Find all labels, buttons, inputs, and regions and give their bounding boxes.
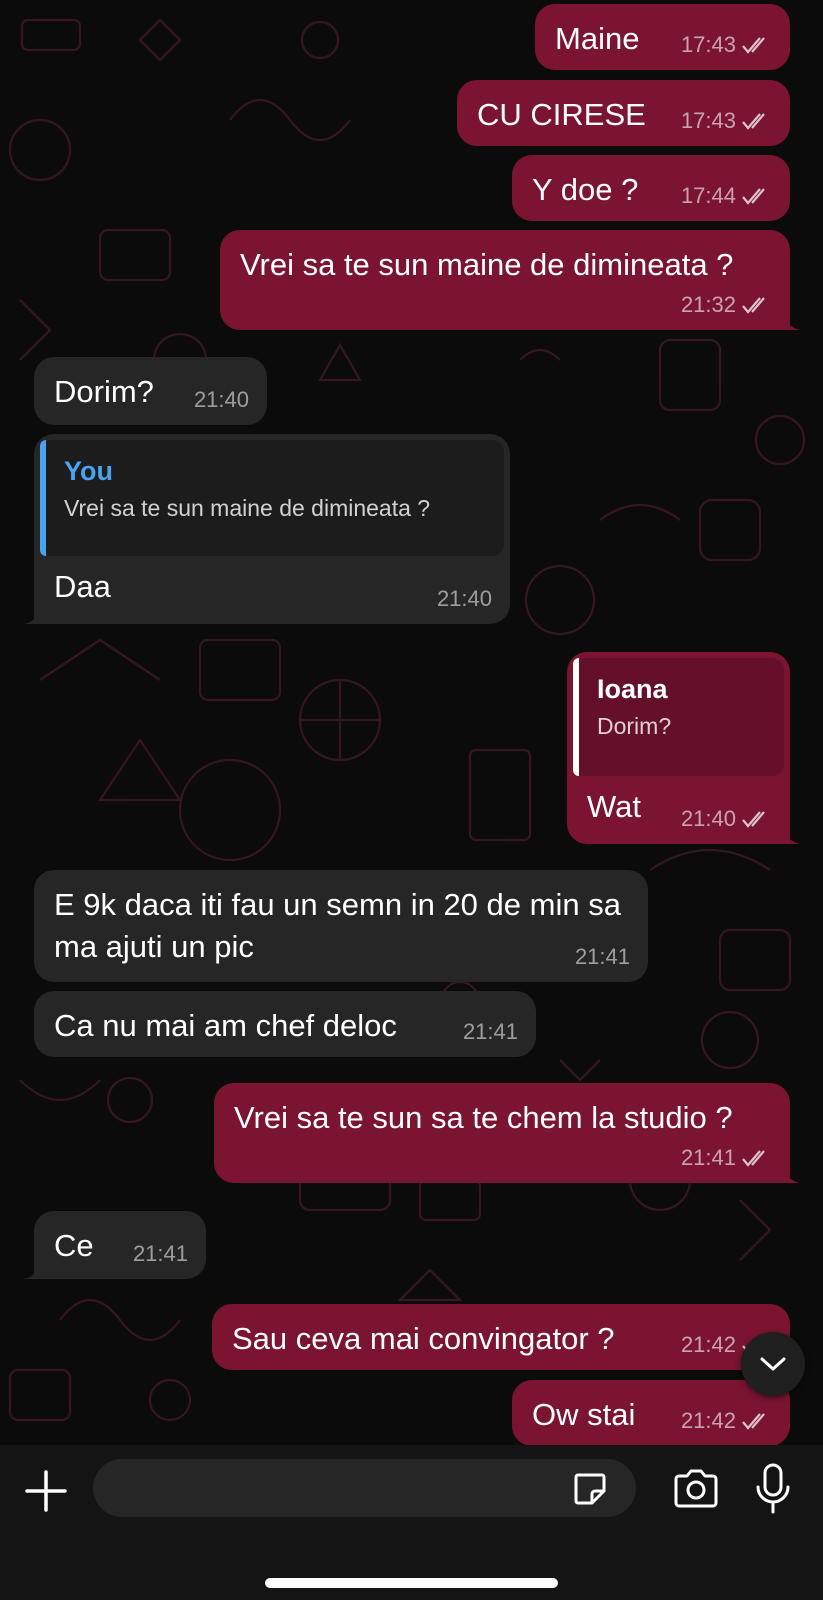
double-check-icon (742, 1412, 772, 1430)
quote-sender: You (64, 456, 113, 486)
quote-accent-bar (40, 440, 46, 556)
message-bubble-incoming[interactable]: Ce 21:41 (24, 1211, 206, 1279)
message-meta: 17:43 (681, 32, 772, 58)
attach-button[interactable] (24, 1469, 68, 1513)
message-text: Vrei sa te sun sa te chem la studio ? (234, 1100, 733, 1135)
message-time: 17:44 (680, 183, 736, 208)
message-bubble-outgoing[interactable]: Vrei sa te sun maine de dimineata ? 21:3… (220, 230, 800, 330)
message-text: Vrei sa te sun maine de dimineata ? (240, 247, 734, 282)
message-text: Ca nu mai am chef deloc (54, 1008, 397, 1043)
message-meta: 21:40 (194, 387, 249, 413)
chevron-down-icon (760, 1357, 786, 1371)
camera-icon (674, 1469, 718, 1508)
message-text: Dorim? (54, 374, 154, 409)
bubble-tail (782, 310, 800, 330)
message-bubble-outgoing[interactable]: Y doe ? 17:44 (512, 155, 790, 221)
message-time: 21:42 (680, 1408, 736, 1433)
message-bubble-incoming[interactable]: Dorim? 21:40 (34, 357, 267, 425)
message-text: Maine (555, 21, 640, 56)
message-time: 17:43 (680, 32, 736, 57)
quote-text: Vrei sa te sun maine de dimineata ? (64, 495, 431, 521)
plus-icon (25, 1470, 67, 1512)
message-time: 17:43 (680, 108, 736, 133)
message-bubble-incoming[interactable]: E 9k daca iti fau un semn in 20 de min s… (34, 870, 648, 982)
quote-accent-bar (573, 658, 579, 776)
double-check-icon (742, 187, 772, 205)
double-check-icon (742, 296, 772, 314)
message-meta: 21:40 (681, 806, 772, 832)
double-check-icon (742, 36, 772, 54)
bubble-tail (24, 604, 42, 624)
message-text: Ce (54, 1228, 94, 1263)
message-input[interactable] (93, 1459, 636, 1517)
bubble-tail (782, 824, 800, 844)
quote-text: Dorim? (597, 713, 672, 739)
message-bubble-outgoing[interactable]: Ow stai 21:42 (512, 1380, 790, 1445)
message-meta: 21:40 (437, 586, 492, 612)
message-bubble-incoming[interactable]: Ca nu mai am chef deloc 21:41 (34, 991, 536, 1057)
message-time: 21:41 (132, 1241, 188, 1266)
message-list[interactable]: Maine 17:43 CU CIRESE 17:43 Y doe ? 17:4… (0, 0, 823, 1445)
message-meta: 21:42 (681, 1408, 772, 1434)
message-meta: 17:44 (681, 183, 772, 209)
message-meta: 21:32 (681, 292, 772, 318)
message-time: 21:41 (462, 1019, 518, 1044)
message-text: Sau ceva mai convingator ? (232, 1321, 615, 1356)
message-time: 21:41 (680, 1145, 736, 1170)
message-text: Y doe ? (532, 172, 639, 207)
message-time: 21:40 (680, 806, 736, 831)
message-time: 21:40 (193, 387, 249, 412)
message-text: Ow stai (532, 1397, 636, 1432)
message-composer (0, 1445, 823, 1600)
message-meta: 21:41 (463, 1019, 518, 1045)
message-meta: 21:41 (575, 944, 630, 970)
home-indicator[interactable] (265, 1578, 558, 1588)
sticker-button[interactable] (572, 1471, 608, 1507)
message-bubble-outgoing[interactable]: Maine 17:43 (535, 4, 790, 70)
bubble-tail (24, 1259, 42, 1279)
message-meta: 21:41 (681, 1145, 772, 1171)
sticker-icon (574, 1473, 606, 1505)
message-text: CU CIRESE (477, 97, 646, 132)
message-bubble-outgoing[interactable]: CU CIRESE 17:43 (457, 80, 790, 146)
double-check-icon (742, 112, 772, 130)
message-time: 21:40 (436, 586, 492, 611)
message-time: 21:42 (680, 1332, 736, 1357)
message-bubble-outgoing[interactable]: Ioana Dorim? Wat 21:40 (567, 652, 800, 844)
message-text: Wat (587, 789, 641, 824)
message-text: Daa (54, 569, 111, 604)
microphone-icon (756, 1463, 790, 1514)
double-check-icon (742, 810, 772, 828)
message-bubble-incoming[interactable]: You Vrei sa te sun maine de dimineata ? … (24, 434, 510, 624)
voice-record-button[interactable] (755, 1463, 791, 1515)
reply-quote[interactable]: Ioana Dorim? (573, 658, 784, 776)
camera-button[interactable] (672, 1467, 720, 1509)
message-time: 21:32 (680, 292, 736, 317)
reply-quote[interactable]: You Vrei sa te sun maine de dimineata ? (40, 440, 504, 556)
message-meta: 17:43 (681, 108, 772, 134)
message-meta: 21:41 (133, 1241, 188, 1267)
message-time: 21:41 (574, 944, 630, 969)
double-check-icon (742, 1149, 772, 1167)
quote-sender: Ioana (597, 674, 668, 704)
bubble-tail (782, 1163, 800, 1183)
message-bubble-outgoing[interactable]: Sau ceva mai convingator ? 21:42 (212, 1304, 790, 1370)
message-text: E 9k daca iti fau un semn in 20 de min s… (54, 887, 621, 964)
message-bubble-outgoing[interactable]: Vrei sa te sun sa te chem la studio ? 21… (214, 1083, 800, 1183)
scroll-to-bottom-button[interactable] (741, 1332, 805, 1396)
